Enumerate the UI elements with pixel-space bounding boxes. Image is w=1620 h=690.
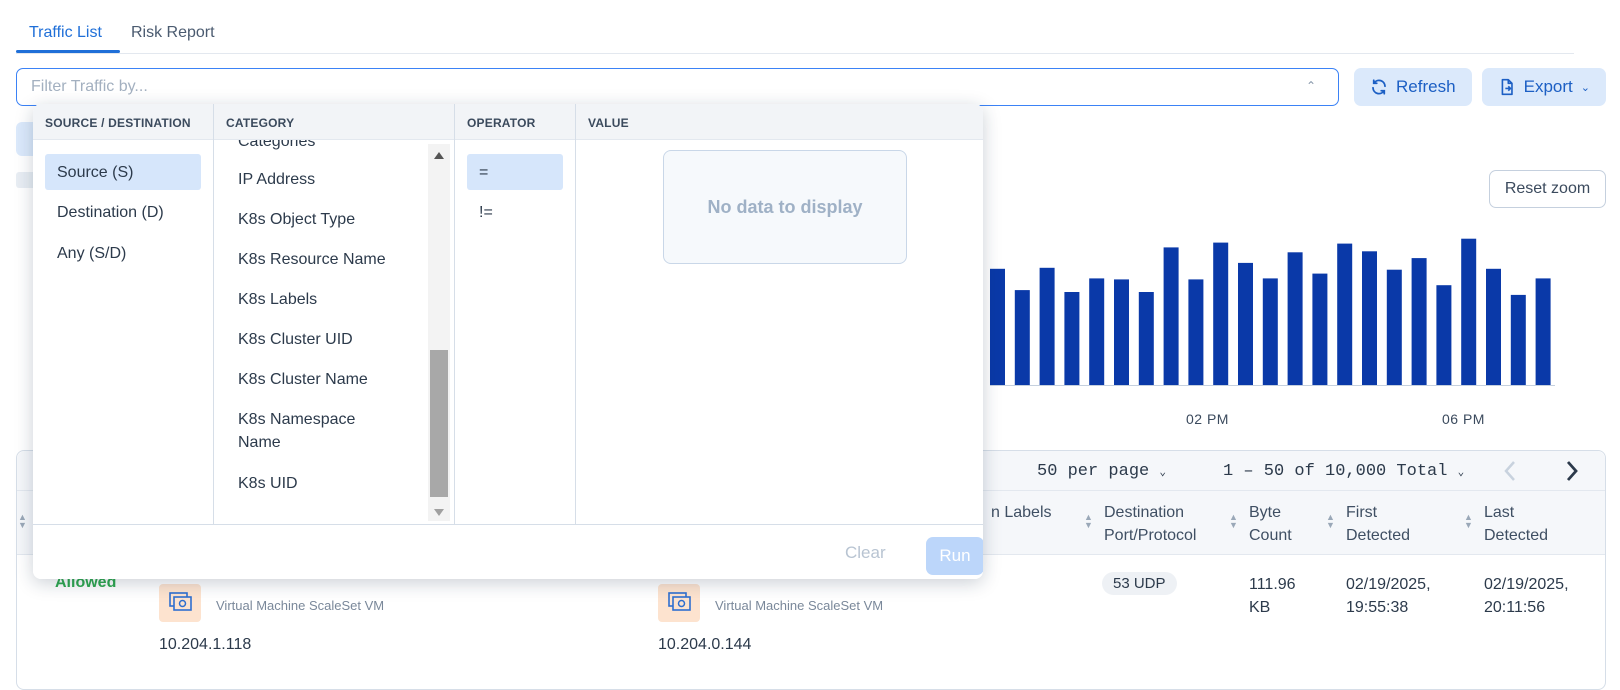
category-option[interactable]: K8s Labels [238,288,317,311]
chart-bar [990,268,1005,386]
filter-dropdown: SOURCE / DESTINATION Source (S) Destinat… [33,104,983,579]
chart-bar [1188,279,1204,385]
file-export-icon [1501,78,1513,96]
page-range-select[interactable]: 1 – 50 of 10,000 Total ⌄ [1223,462,1464,481]
category-option[interactable]: IP Address [238,168,315,191]
chart-bar [1461,238,1477,385]
tab-traffic-list[interactable]: Traffic List [29,24,102,42]
column-header-dest-labels[interactable]: n Labels [991,501,1111,524]
chart-bar [1138,292,1154,385]
operator-not-equals[interactable]: != [479,201,493,224]
chart-bar [1064,292,1080,385]
operator-column: OPERATOR = != [455,104,576,524]
chart-bar [1213,242,1229,385]
filter-bar[interactable]: ⌃ [16,68,1339,106]
traffic-bar-chart [990,238,1555,386]
next-page-icon[interactable] [1565,460,1579,482]
column-heading: VALUE [576,104,983,140]
chart-bar [1262,278,1278,385]
chart-bar [1386,269,1402,385]
chart-bar [1039,267,1055,385]
option-any[interactable]: Any (S/D) [57,242,126,265]
option-destination[interactable]: Destination (D) [57,201,164,224]
chevron-down-icon: ⌄ [1580,81,1590,94]
chart-bar [1238,262,1253,385]
chart-bar [1436,285,1452,385]
category-option[interactable]: K8s Cluster Name [238,368,368,391]
column-header-byte-count[interactable]: Byte Count [1249,501,1309,547]
category-option[interactable]: K8s Cluster UID [238,328,353,351]
chart-bar [1114,279,1129,385]
vm-scaleset-icon [159,584,201,622]
category-option[interactable]: K8s UID [238,472,298,495]
chart-bar [1163,247,1179,385]
first-detected: 02/19/2025, 19:55:38 [1346,576,1431,616]
refresh-button[interactable]: Refresh [1354,68,1472,106]
column-heading: SOURCE / DESTINATION [33,104,213,140]
active-tab-indicator [16,50,120,53]
chart-bar [1312,273,1328,385]
category-option[interactable]: K8s Resource Name [238,248,386,271]
column-heading: CATEGORY [214,104,454,140]
chart-bar [1486,268,1501,386]
prev-page-icon[interactable] [1503,460,1517,482]
column-header-last-detected[interactable]: Last Detected [1484,501,1564,547]
chart-bar [1014,290,1030,385]
source-ip: 10.204.1.118 [159,636,252,653]
dropdown-footer: Clear Run [33,524,983,579]
sort-icon[interactable]: ▲ ▼ [1326,513,1335,530]
chart-bar [1287,252,1303,385]
export-label: Export [1523,77,1573,96]
vm-scaleset-icon [658,584,700,622]
source-workload-type: Virtual Machine ScaleSet VM [216,598,385,613]
sort-icon[interactable]: ▲ ▼ [1084,513,1093,530]
refresh-label: Refresh [1396,77,1456,96]
port-protocol-badge: 53 UDP [1102,572,1177,595]
tab-risk-report[interactable]: Risk Report [131,24,215,42]
sort-icon[interactable]: ▲ ▼ [1464,513,1473,530]
category-option[interactable]: K8s Object Type [238,208,355,231]
export-button[interactable]: Export ⌄ [1482,68,1606,106]
chart-bar [1337,243,1353,385]
category-list[interactable]: Categories IP Address K8s Object Type K8… [214,140,454,524]
category-option[interactable]: Categories [238,140,315,153]
destination-workload-type: Virtual Machine ScaleSet VM [715,598,884,613]
last-detected: 02/19/2025, 20:11:56 [1484,576,1569,616]
filter-input[interactable] [31,77,1291,97]
run-button[interactable]: Run [926,537,983,575]
column-header-first-detected[interactable]: First Detected [1346,501,1426,547]
chart-bar [1362,251,1377,385]
scrollbar-thumb[interactable] [430,350,448,497]
chevron-down-icon: ⌄ [1457,467,1465,479]
x-tick-label: 06 PM [1442,411,1485,427]
column-header-dest-port[interactable]: Destination Port/Protocol [1104,501,1222,547]
scroll-up-arrow-icon[interactable] [433,150,445,160]
per-page-select[interactable]: 50 per page ⌄ [1037,462,1166,481]
sort-icon[interactable]: ▲ ▼ [18,513,27,530]
chevron-down-icon: ⌄ [1159,467,1167,479]
option-source[interactable]: Source (S) [45,154,201,190]
category-column: CATEGORY Categories IP Address K8s Objec… [214,104,455,524]
chart-bar [1411,258,1427,385]
category-option[interactable]: K8s Namespace Name [238,408,388,454]
operator-equals[interactable]: = [467,154,563,190]
scroll-down-arrow-icon[interactable] [433,508,445,518]
chart-bar [1510,294,1526,385]
tab-bar: Traffic List Risk Report [16,18,1574,54]
refresh-icon [1372,79,1386,95]
column-heading: OPERATOR [455,104,575,140]
no-data-message: No data to display [663,150,907,264]
sort-icon[interactable]: ▲ ▼ [1229,513,1238,530]
destination-ip: 10.204.0.144 [658,636,752,653]
chart-bar [1089,278,1105,385]
x-tick-label: 02 PM [1186,411,1229,427]
reset-zoom-button[interactable]: Reset zoom [1489,170,1606,208]
clear-button[interactable]: Clear [845,543,886,563]
chart-bar [1535,278,1551,385]
chevron-up-icon[interactable]: ⌃ [1306,79,1316,93]
byte-count: 111.96 KB [1249,576,1296,616]
source-destination-column: SOURCE / DESTINATION Source (S) Destinat… [33,104,214,524]
